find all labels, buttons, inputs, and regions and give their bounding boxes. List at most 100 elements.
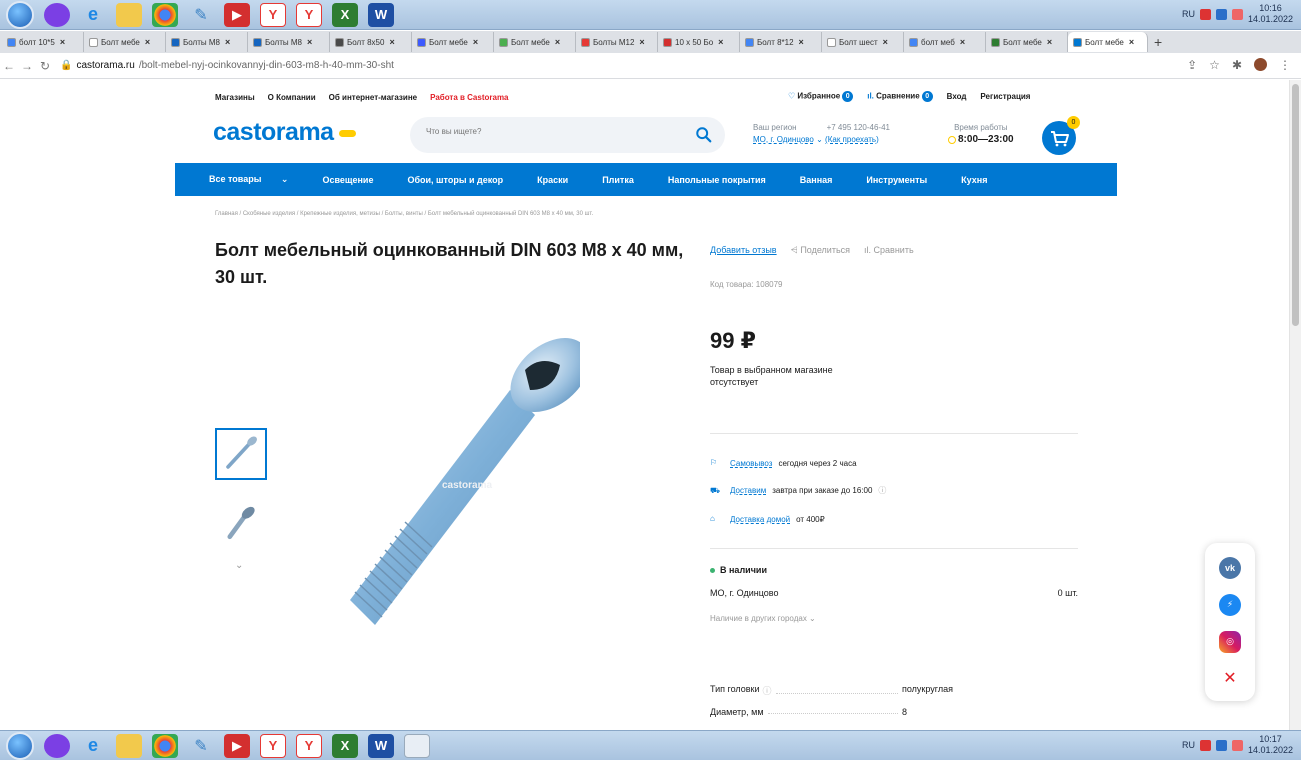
- browser-tab[interactable]: Болт 8х50 ×: [330, 32, 412, 52]
- window-icon[interactable]: [404, 733, 430, 758]
- forward-icon[interactable]: →: [18, 59, 36, 73]
- browser-menu-icon[interactable]: ⋮: [1279, 58, 1291, 72]
- browser-tab[interactable]: болт меб ×: [904, 32, 986, 52]
- tray-icon[interactable]: [1199, 739, 1211, 751]
- category-paints[interactable]: Краски: [520, 175, 585, 185]
- tab-close-icon[interactable]: ×: [473, 37, 478, 47]
- folder-icon[interactable]: [116, 2, 142, 27]
- url-field[interactable]: 🔒 castorama.ru/bolt-mebel-nyj-ocinkovann…: [60, 60, 394, 71]
- network-icon[interactable]: [1215, 739, 1227, 751]
- tab-close-icon[interactable]: ×: [639, 37, 644, 47]
- pickup-link[interactable]: Самовывоз: [730, 459, 772, 468]
- volume-icon[interactable]: [1231, 8, 1243, 20]
- clock[interactable]: 10:16 14.01.2022: [1248, 3, 1293, 25]
- tab-close-icon[interactable]: ×: [960, 37, 965, 47]
- castorama-logo[interactable]: castorama: [213, 118, 356, 147]
- phone-number[interactable]: +7 495 120-46-41: [827, 123, 890, 132]
- excel-icon[interactable]: X: [332, 2, 358, 27]
- cart-button[interactable]: 0: [1042, 116, 1080, 155]
- register-link[interactable]: Регистрация: [980, 92, 1030, 101]
- favorites-link[interactable]: ♡ Избранное 0: [788, 91, 854, 102]
- profile-avatar-icon[interactable]: [1254, 58, 1267, 71]
- browser-tab[interactable]: 10 x 50 Бо ×: [658, 32, 740, 52]
- chevron-down-icon[interactable]: ⌄: [235, 560, 243, 571]
- nav-about[interactable]: О Компании: [268, 93, 316, 102]
- browser-tab[interactable]: Болт мебе ×: [494, 32, 576, 52]
- thumbnail-1[interactable]: [215, 428, 267, 480]
- internet-explorer-icon[interactable]: e: [80, 3, 106, 27]
- compare-product-link[interactable]: ıl. Сравнить: [864, 245, 914, 256]
- language-indicator[interactable]: RU: [1182, 9, 1195, 19]
- bookmark-star-icon[interactable]: ☆: [1209, 58, 1220, 72]
- browser-tab[interactable]: Болты М8 ×: [248, 32, 330, 52]
- network-icon[interactable]: [1215, 8, 1227, 20]
- category-flooring[interactable]: Напольные покрытия: [651, 175, 783, 185]
- paint-icon[interactable]: ✎: [188, 3, 214, 27]
- new-tab-icon[interactable]: +: [1154, 34, 1162, 50]
- browser-tab[interactable]: Болты М8 ×: [166, 32, 248, 52]
- browser-tab[interactable]: Болт мебе ×: [986, 32, 1068, 52]
- language-indicator[interactable]: RU: [1182, 740, 1195, 750]
- compare-link[interactable]: ıl. Сравнение 0: [867, 91, 933, 102]
- browser-tab[interactable]: болт 10*5 ×: [2, 32, 84, 52]
- back-icon[interactable]: ←: [0, 59, 18, 73]
- page-scrollbar[interactable]: [1289, 80, 1301, 730]
- scrollbar-thumb[interactable]: [1292, 84, 1299, 326]
- login-link[interactable]: Вход: [947, 92, 967, 101]
- start-button[interactable]: [6, 0, 34, 29]
- tab-close-icon[interactable]: ×: [389, 37, 394, 47]
- tab-close-icon[interactable]: ×: [145, 37, 150, 47]
- start-button[interactable]: [6, 731, 34, 760]
- browser-tab[interactable]: Болт мебе ×: [412, 32, 494, 52]
- tab-close-icon[interactable]: ×: [60, 37, 65, 47]
- browser-tab[interactable]: Болт мебе ×: [1068, 32, 1148, 52]
- category-kitchen[interactable]: Кухня: [944, 175, 1004, 185]
- pdf-icon[interactable]: ▶: [224, 2, 250, 27]
- tab-close-icon[interactable]: ×: [718, 37, 723, 47]
- tab-close-icon[interactable]: ×: [555, 37, 560, 47]
- share-page-icon[interactable]: ⇪: [1187, 58, 1197, 72]
- home-delivery-link[interactable]: Доставка домой: [730, 515, 790, 524]
- thumbnail-2[interactable]: [215, 498, 267, 550]
- search-input[interactable]: [426, 127, 686, 136]
- tab-close-icon[interactable]: ×: [883, 37, 888, 47]
- other-cities-toggle[interactable]: Наличие в других городах ⌄: [710, 614, 816, 623]
- tab-close-icon[interactable]: ×: [307, 37, 312, 47]
- paint-icon[interactable]: ✎: [188, 734, 214, 758]
- yandex-browser-icon-2[interactable]: Y: [296, 733, 322, 758]
- volume-icon[interactable]: [1231, 739, 1243, 751]
- directions-link[interactable]: (Как проехать): [825, 135, 879, 144]
- instagram-icon[interactable]: ◎: [1219, 630, 1241, 653]
- word-icon[interactable]: W: [368, 733, 394, 758]
- word-icon[interactable]: W: [368, 2, 394, 27]
- tab-close-icon[interactable]: ×: [1129, 37, 1134, 47]
- alice-icon[interactable]: [44, 733, 70, 758]
- tray-icon[interactable]: [1199, 8, 1211, 20]
- nav-stores[interactable]: Магазины: [215, 93, 255, 102]
- browser-tab[interactable]: Болт 8*12 ×: [740, 32, 822, 52]
- yandex-browser-icon[interactable]: Y: [260, 2, 286, 27]
- close-icon[interactable]: ✕: [1223, 668, 1236, 688]
- tab-close-icon[interactable]: ×: [1047, 37, 1052, 47]
- chrome-icon[interactable]: [152, 2, 178, 27]
- category-tiles[interactable]: Плитка: [585, 175, 651, 185]
- search-icon[interactable]: [695, 126, 713, 144]
- category-bathroom[interactable]: Ванная: [783, 175, 850, 185]
- category-lighting[interactable]: Освещение: [305, 175, 390, 185]
- category-wallpaper[interactable]: Обои, шторы и декор: [390, 175, 520, 185]
- excel-icon[interactable]: X: [332, 733, 358, 758]
- tab-close-icon[interactable]: ×: [799, 37, 804, 47]
- share-link[interactable]: ⩤ Поделиться: [791, 245, 850, 256]
- nav-careers[interactable]: Работа в Castorama: [430, 93, 508, 102]
- add-review-link[interactable]: Добавить отзыв: [710, 245, 777, 256]
- chevron-down-icon[interactable]: ⌄: [816, 135, 823, 144]
- breadcrumb[interactable]: Главная / Скобяные изделия / Крепежные и…: [215, 211, 593, 217]
- tab-close-icon[interactable]: ×: [225, 37, 230, 47]
- reload-icon[interactable]: ↻: [36, 59, 54, 73]
- category-tools[interactable]: Инструменты: [849, 175, 944, 185]
- clock[interactable]: 10:17 14.01.2022: [1248, 734, 1293, 756]
- yandex-browser-icon[interactable]: Y: [260, 733, 286, 758]
- yandex-browser-icon-2[interactable]: Y: [296, 2, 322, 27]
- chrome-icon[interactable]: [152, 733, 178, 758]
- messenger-icon[interactable]: ⚡: [1219, 593, 1241, 616]
